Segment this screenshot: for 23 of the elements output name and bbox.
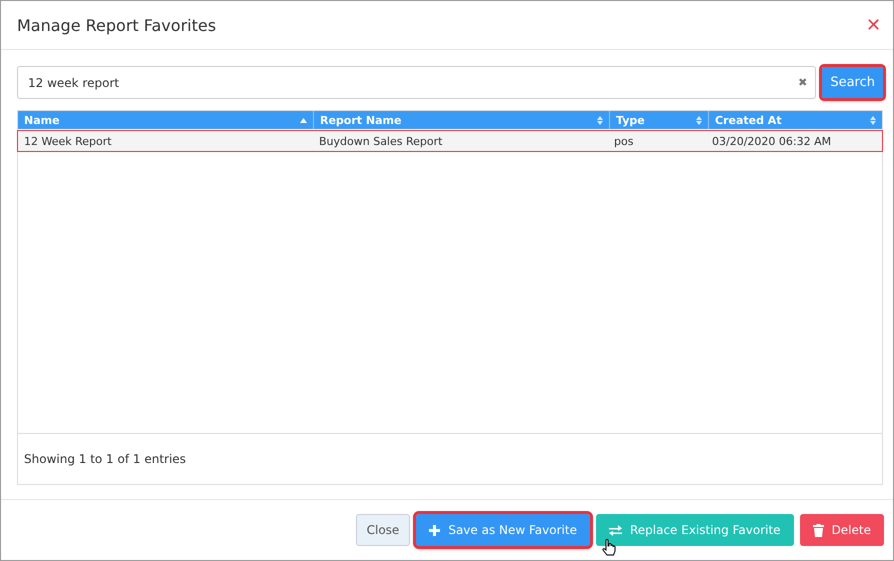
table-cell-text: pos — [613, 134, 634, 148]
swap-arrows-icon — [608, 524, 622, 536]
close-button[interactable]: ✕ — [864, 14, 883, 36]
search-button[interactable]: Search — [822, 67, 883, 98]
delete-button[interactable]: Delete — [800, 514, 884, 546]
table-cell-text: 03/20/2020 06:32 AM — [711, 134, 832, 148]
table-cell-text: 12 Week Report — [23, 134, 113, 148]
column-header[interactable]: Report Name — [314, 111, 610, 129]
entries-info: Showing 1 to 1 of 1 entries — [24, 452, 186, 466]
table-cell-text: Buydown Sales Report — [318, 134, 444, 148]
search-field[interactable]: 12 week report ✖ — [17, 66, 816, 99]
plus-icon — [429, 524, 440, 536]
clear-icon[interactable]: ✖ — [798, 76, 808, 89]
hand-cursor-icon — [602, 539, 616, 556]
column-header[interactable]: Created At — [709, 111, 882, 129]
table-row[interactable]: 12 Week Report Buydown Sales Report pos 03/20/2020 06:32 AM — [18, 131, 882, 151]
trash-icon — [812, 524, 824, 536]
close-button[interactable]: Close — [356, 514, 410, 546]
dialog-title: Manage Report Favorites — [17, 16, 216, 34]
replace-button[interactable]: Replace Existing Favorite — [596, 514, 794, 546]
save-button[interactable]: Save as New Favorite — [416, 514, 590, 546]
column-header[interactable]: Name — [18, 111, 314, 129]
column-header[interactable]: Type — [610, 111, 709, 129]
